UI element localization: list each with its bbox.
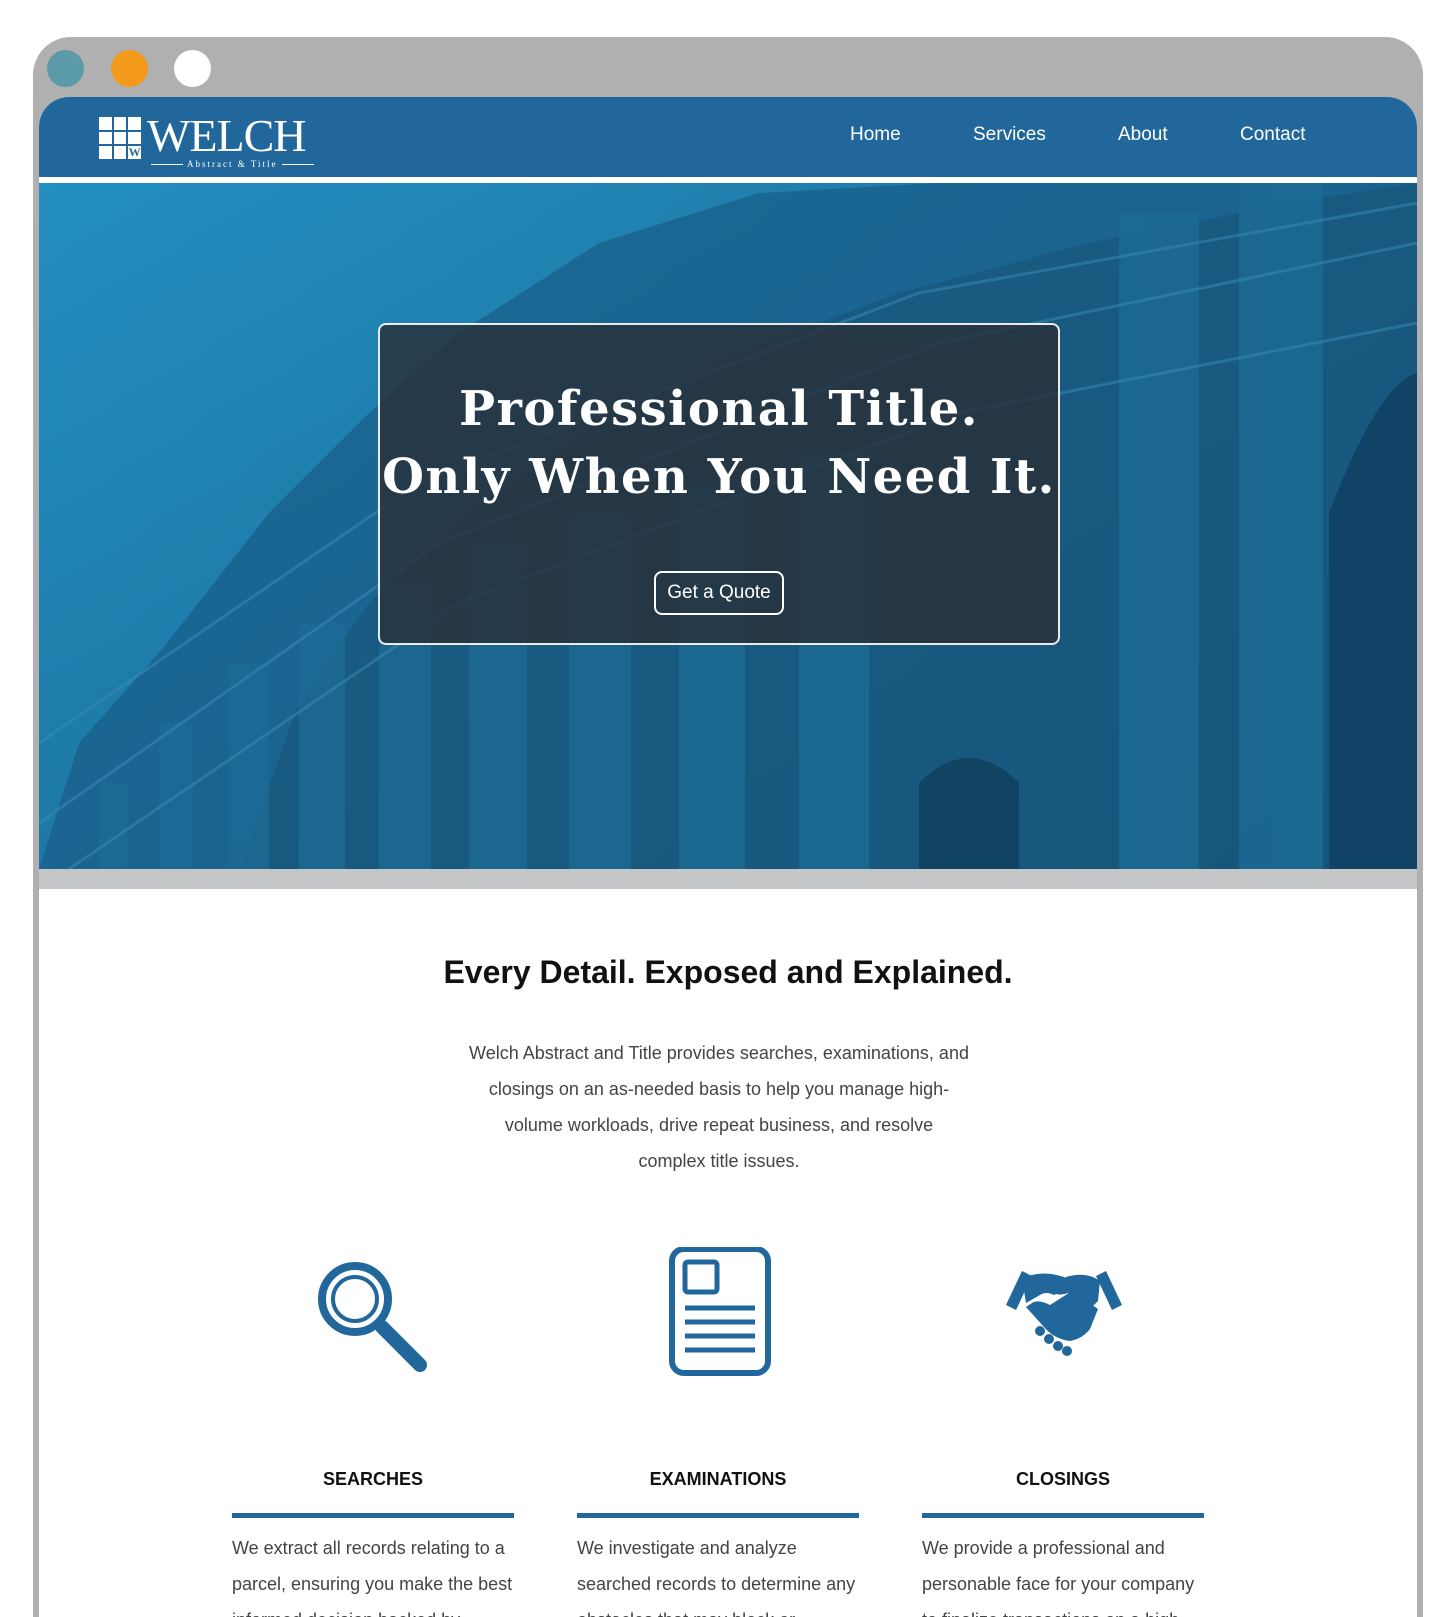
hero-section: Professional Title. Only When You Need I… [39, 183, 1417, 869]
traffic-light-maximize[interactable] [174, 50, 211, 87]
site-logo[interactable]: W WELCH Abstract & Title [99, 110, 318, 169]
nav-contact[interactable]: Contact [1240, 124, 1305, 146]
magnifying-glass-icon [318, 1262, 427, 1372]
traffic-light-minimize[interactable] [111, 50, 148, 87]
service-divider [922, 1513, 1204, 1518]
handshake-icon [1006, 1271, 1122, 1356]
logo-subtitle-row: Abstract & Title [147, 159, 318, 169]
service-title: CLOSINGS [1015, 1469, 1110, 1489]
hero-divider-band [39, 869, 1417, 889]
service-divider [577, 1513, 859, 1518]
intro-paragraph: Welch Abstract and Title provides search… [469, 1043, 969, 1171]
nav-about[interactable]: About [1118, 124, 1168, 146]
logo-name: WELCH [147, 110, 307, 161]
service-description: We investigate and analyze searched reco… [577, 1538, 856, 1617]
logo-mark-letter: W [128, 145, 141, 159]
browser-window: W WELCH Abstract & Title Home Services A… [33, 37, 1423, 1617]
hero-headline-line-1: Professional Title. [459, 381, 979, 437]
nav-services[interactable]: Services [973, 124, 1046, 146]
nav-home[interactable]: Home [850, 124, 901, 146]
service-description: We extract all records relating to a par… [232, 1538, 513, 1617]
hero-callout: Professional Title. Only When You Need I… [378, 323, 1060, 645]
logo-grid-icon: W [99, 117, 141, 159]
traffic-light-close[interactable] [47, 50, 84, 87]
hero-headline-line-2: Only When You Need It. [382, 449, 1056, 505]
page-viewport: W WELCH Abstract & Title Home Services A… [39, 97, 1417, 1617]
site-header: W WELCH Abstract & Title Home Services A… [39, 97, 1417, 183]
service-title: EXAMINATIONS [649, 1469, 787, 1489]
intro-heading: Every Detail. Exposed and Explained. [443, 954, 1013, 990]
get-a-quote-button[interactable]: Get a Quote [654, 571, 784, 615]
service-description: We provide a professional and personable… [922, 1538, 1195, 1617]
service-divider [232, 1513, 514, 1518]
service-title: SEARCHES [322, 1469, 424, 1489]
logo-subtitle: Abstract & Title [187, 159, 278, 169]
document-icon [669, 1247, 771, 1376]
